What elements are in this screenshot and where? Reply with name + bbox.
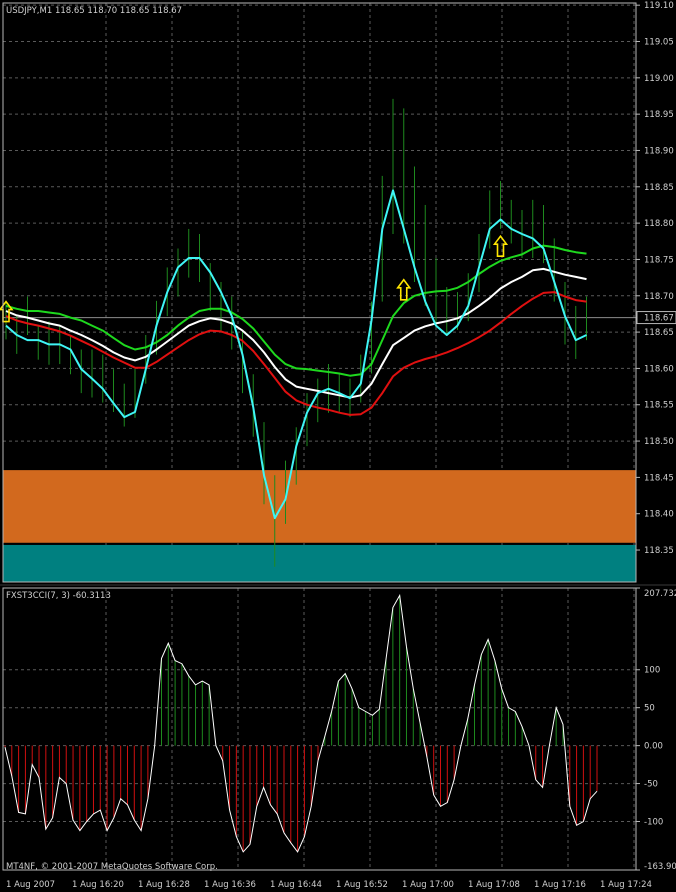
zone-layer bbox=[3, 470, 636, 582]
time-label: 1 Aug 17:08 bbox=[468, 880, 520, 890]
copyright-text: MT4NF, © 2001-2007 MetaQuotes Software C… bbox=[6, 862, 218, 872]
time-label: 1 Aug 16:52 bbox=[336, 880, 388, 890]
indicator-title: FXST3CCI(7, 3) -60.3113 bbox=[6, 591, 111, 601]
price-label: 118.75 bbox=[644, 255, 674, 265]
indicator-scale-label: -163.902 bbox=[644, 862, 676, 872]
price-label: 118.65 bbox=[644, 328, 674, 338]
price-label: 118.45 bbox=[644, 473, 674, 483]
time-label: 1 Aug 16:44 bbox=[270, 880, 322, 890]
price-label: 118.85 bbox=[644, 183, 674, 193]
time-label: 1 Aug 17:24 bbox=[600, 880, 652, 890]
price-label: 119.10 bbox=[644, 1, 674, 11]
price-label: 118.95 bbox=[644, 110, 674, 120]
time-label: 1 Aug 16:20 bbox=[72, 880, 124, 890]
chart-canvas: USDJPY,M1 118.65 118.70 118.65 118.67 FX… bbox=[0, 0, 676, 892]
current-price-label: 118.67 bbox=[644, 314, 674, 324]
chart-background bbox=[0, 0, 676, 892]
price-label: 118.35 bbox=[644, 546, 674, 556]
time-label: 1 Aug 16:28 bbox=[138, 880, 190, 890]
indicator-scale-label: 0.00 bbox=[644, 742, 663, 752]
price-label: 119.00 bbox=[644, 74, 674, 84]
price-label: 118.90 bbox=[644, 146, 674, 156]
price-label: 118.70 bbox=[644, 292, 674, 302]
upper-zone bbox=[3, 470, 636, 543]
price-label: 118.50 bbox=[644, 437, 674, 447]
indicator-scale-label: -50 bbox=[644, 780, 658, 790]
chart-title: USDJPY,M1 118.65 118.70 118.65 118.67 bbox=[6, 6, 182, 16]
time-label: 1 Aug 17:00 bbox=[402, 880, 454, 890]
indicator-scale-label: 207.7323 bbox=[644, 589, 676, 599]
price-label: 118.60 bbox=[644, 364, 674, 374]
lower-zone bbox=[3, 544, 636, 582]
indicator-scale-label: 50 bbox=[644, 704, 655, 714]
indicator-scale-label: 100 bbox=[644, 666, 660, 676]
indicator-scale-label: -100 bbox=[644, 818, 663, 828]
price-label: 119.05 bbox=[644, 38, 674, 48]
time-label: 1 Aug 16:36 bbox=[204, 880, 256, 890]
price-label: 118.40 bbox=[644, 510, 674, 520]
price-label: 118.80 bbox=[644, 219, 674, 229]
price-label: 118.55 bbox=[644, 401, 674, 411]
time-label: 1 Aug 2007 bbox=[6, 880, 55, 890]
time-label: 1 Aug 17:16 bbox=[534, 880, 586, 890]
